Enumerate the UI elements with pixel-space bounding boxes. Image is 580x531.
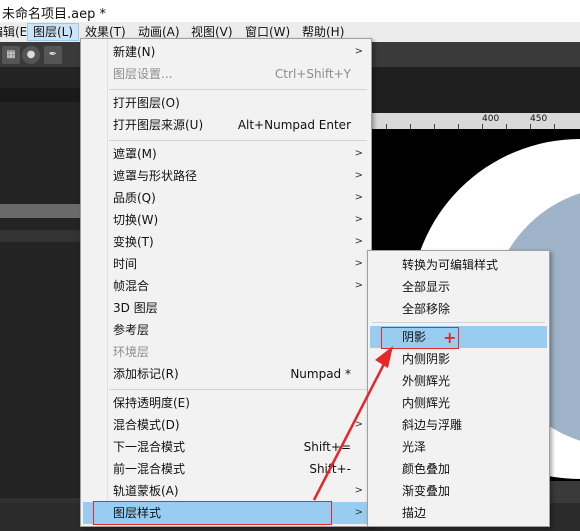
menu-item-label: 参考层 bbox=[113, 323, 150, 337]
ruler-label-450: 450 bbox=[530, 114, 548, 124]
submenu-item-label: 描边 bbox=[402, 506, 427, 520]
menu-item-frame-blending[interactable]: 帧混合 > bbox=[83, 275, 369, 297]
panel-scrollbar[interactable] bbox=[0, 204, 80, 218]
submenu-item-label: 全部显示 bbox=[402, 280, 451, 294]
submenu-item-bevel-emboss[interactable]: 斜边与浮雕 bbox=[370, 414, 547, 436]
submenu-arrow-icon: > bbox=[354, 419, 363, 430]
submenu-arrow-icon: > bbox=[354, 192, 363, 203]
menu-separator bbox=[372, 322, 545, 323]
menu-item-next-blending-mode[interactable]: 下一混合模式 Shift+= bbox=[83, 436, 369, 458]
menu-separator bbox=[109, 89, 367, 90]
project-panel bbox=[0, 68, 80, 531]
menu-item-blending-mode[interactable]: 混合模式(D) > bbox=[83, 414, 369, 436]
pen-tool-icon[interactable]: ✒ bbox=[44, 46, 62, 64]
submenu-item-label: 全部移除 bbox=[402, 302, 451, 316]
menu-item-mask-shape-path[interactable]: 遮罩与形状路径 > bbox=[83, 165, 369, 187]
menu-item-label: 轨道蒙板(A) bbox=[113, 484, 179, 498]
menu-item-label: 打开图层(O) bbox=[113, 96, 180, 110]
menu-item-previous-blending-mode[interactable]: 前一混合模式 Shift+- bbox=[83, 458, 369, 480]
menu-item-shortcut: Shift+- bbox=[309, 462, 351, 476]
submenu-item-stroke[interactable]: 描边 bbox=[370, 502, 547, 524]
window-titlebar: 未命名项目.aep * bbox=[0, 0, 580, 22]
menu-item-shortcut: Ctrl+Shift+Y bbox=[274, 67, 351, 81]
ruler: 400 450 bbox=[372, 113, 580, 129]
panel-header bbox=[0, 88, 80, 102]
menu-item-mask[interactable]: 遮罩(M) > bbox=[83, 143, 369, 165]
menu-separator bbox=[109, 140, 367, 141]
menu-item-preserve-transparency[interactable]: 保持透明度(E) bbox=[83, 392, 369, 414]
menu-item-new[interactable]: 新建(N) > bbox=[83, 41, 369, 63]
submenu-item-label: 内侧辉光 bbox=[402, 396, 451, 410]
submenu-arrow-icon: > bbox=[354, 236, 363, 247]
submenu-item-inner-glow[interactable]: 内侧辉光 bbox=[370, 392, 547, 414]
menu-item-quality[interactable]: 品质(Q) > bbox=[83, 187, 369, 209]
menu-item-shortcut: Numpad * bbox=[290, 367, 351, 381]
menu-item-shortcut: Shift+= bbox=[303, 440, 351, 454]
menu-item-label: 新建(N) bbox=[113, 45, 156, 59]
annotation-plus-icon: + bbox=[443, 328, 457, 347]
submenu-item-label: 内侧阴影 bbox=[402, 352, 451, 366]
menu-item-transform[interactable]: 变换(T) > bbox=[83, 231, 369, 253]
layer-styles-submenu: 转换为可编辑样式 全部显示 全部移除 阴影 内侧阴影 外侧辉光 内侧辉光 斜边与… bbox=[367, 250, 550, 527]
submenu-item-label: 渐变叠加 bbox=[402, 484, 451, 498]
submenu-arrow-icon: > bbox=[354, 507, 363, 518]
menu-item-label: 环境层 bbox=[113, 345, 150, 359]
menu-item-open-layer[interactable]: 打开图层(O) bbox=[83, 92, 369, 114]
menu-item-environment-layer: 环境层 bbox=[83, 341, 369, 363]
submenu-item-label: 外侧辉光 bbox=[402, 374, 451, 388]
menu-item-label: 保持透明度(E) bbox=[113, 396, 190, 410]
menu-item-label: 混合模式(D) bbox=[113, 418, 180, 432]
menu-item-label: 遮罩(M) bbox=[113, 147, 157, 161]
submenu-item-show-all[interactable]: 全部显示 bbox=[370, 276, 547, 298]
submenu-item-gradient-overlay[interactable]: 渐变叠加 bbox=[370, 480, 547, 502]
menu-separator bbox=[109, 389, 367, 390]
submenu-item-satin[interactable]: 光泽 bbox=[370, 436, 547, 458]
menu-item-open-layer-source[interactable]: 打开图层来源(U) Alt+Numpad Enter bbox=[83, 114, 369, 136]
window-title: 未命名项目.aep * bbox=[2, 7, 106, 22]
menu-item-guide-layer[interactable]: 参考层 bbox=[83, 319, 369, 341]
menu-item-label: 变换(T) bbox=[113, 235, 154, 249]
ruler-label-400: 400 bbox=[482, 114, 500, 124]
submenu-arrow-icon: > bbox=[354, 280, 363, 291]
menu-item-label: 帧混合 bbox=[113, 279, 150, 293]
submenu-arrow-icon: > bbox=[354, 170, 363, 181]
timeline-header bbox=[0, 230, 80, 242]
layer-menu: 新建(N) > 图层设置... Ctrl+Shift+Y 打开图层(O) 打开图… bbox=[80, 38, 372, 527]
menu-item-label: 添加标记(R) bbox=[113, 367, 179, 381]
grid-tool-icon[interactable]: ▦ bbox=[2, 46, 20, 64]
menu-item-switches[interactable]: 切换(W) > bbox=[83, 209, 369, 231]
menu-item-shortcut: Alt+Numpad Enter bbox=[237, 118, 351, 132]
submenu-arrow-icon: > bbox=[354, 46, 363, 57]
menu-item-label: 遮罩与形状路径 bbox=[113, 169, 198, 183]
menu-item-label: 打开图层来源(U) bbox=[113, 118, 204, 132]
submenu-item-color-overlay[interactable]: 颜色叠加 bbox=[370, 458, 547, 480]
menu-item-label: 品质(Q) bbox=[113, 191, 156, 205]
menu-item-label: 图层设置... bbox=[113, 67, 173, 81]
submenu-arrow-icon: > bbox=[354, 148, 363, 159]
submenu-item-inner-shadow[interactable]: 内侧阴影 bbox=[370, 348, 547, 370]
menu-item-label: 切换(W) bbox=[113, 213, 159, 227]
menu-item-layer-settings: 图层设置... Ctrl+Shift+Y bbox=[83, 63, 369, 85]
ellipse-tool-icon[interactable]: ● bbox=[22, 46, 40, 64]
submenu-item-outer-glow[interactable]: 外侧辉光 bbox=[370, 370, 547, 392]
menu-item-label: 前一混合模式 bbox=[113, 462, 186, 476]
submenu-arrow-icon: > bbox=[354, 258, 363, 269]
menu-item-label: 时间 bbox=[113, 257, 138, 271]
menu-item-add-marker[interactable]: 添加标记(R) Numpad * bbox=[83, 363, 369, 385]
submenu-arrow-icon: > bbox=[354, 214, 363, 225]
submenu-arrow-icon: > bbox=[354, 485, 363, 496]
menu-layer[interactable]: 图层(L) bbox=[27, 23, 80, 41]
submenu-item-label: 颜色叠加 bbox=[402, 462, 451, 476]
submenu-item-label: 斜边与浮雕 bbox=[402, 418, 463, 432]
submenu-item-label: 转换为可编辑样式 bbox=[402, 258, 499, 272]
menu-item-label: 3D 图层 bbox=[113, 301, 158, 315]
annotation-box-layer-styles bbox=[93, 501, 332, 525]
menu-item-time[interactable]: 时间 > bbox=[83, 253, 369, 275]
menu-item-3d-layer[interactable]: 3D 图层 bbox=[83, 297, 369, 319]
menu-item-track-matte[interactable]: 轨道蒙板(A) > bbox=[83, 480, 369, 502]
submenu-item-label: 光泽 bbox=[402, 440, 427, 454]
submenu-item-remove-all[interactable]: 全部移除 bbox=[370, 298, 547, 320]
menu-item-label: 下一混合模式 bbox=[113, 440, 186, 454]
submenu-item-convert-editable-styles[interactable]: 转换为可编辑样式 bbox=[370, 254, 547, 276]
